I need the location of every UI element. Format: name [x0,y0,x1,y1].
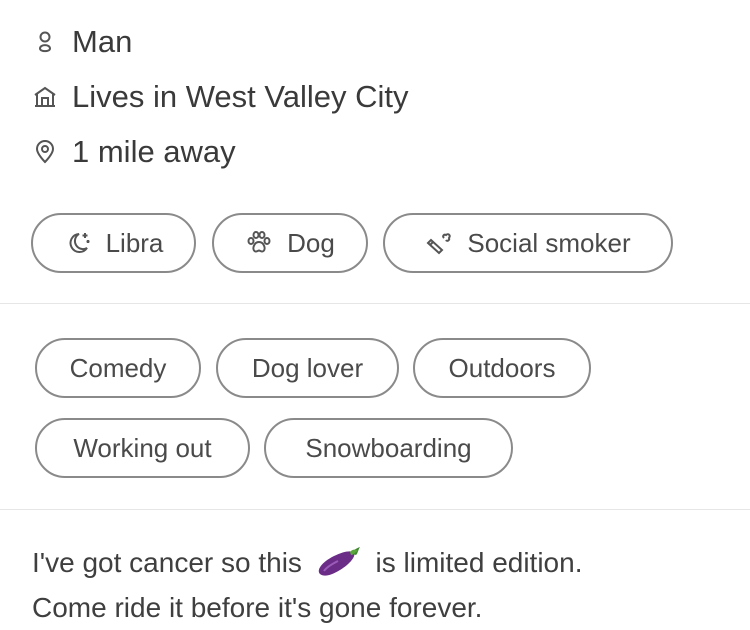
interest-chip-snowboarding: Snowboarding [264,418,513,478]
bio-text: I've got cancer so this is limited editi… [32,540,732,630]
chip-smoking-label: Social smoker [467,227,631,258]
paw-icon [245,229,273,257]
residence-text: Lives in West Valley City [72,79,409,114]
chip-zodiac: Libra [31,213,196,273]
person-icon [32,29,58,55]
residence-row: Lives in West Valley City [32,79,409,115]
distance-row: 1 mile away [32,134,236,170]
gender-text: Man [72,24,133,59]
location-pin-icon [32,139,58,165]
cigarette-icon [425,229,453,257]
section-divider [0,509,750,510]
interest-chip-label: Dog lover [251,352,364,383]
interest-chip-label: Working out [73,432,212,463]
interest-chip-label: Snowboarding [305,432,472,463]
interest-chip-label: Comedy [69,352,167,383]
chip-pet-label: Dog [287,227,335,258]
zodiac-moon-icon [64,229,92,257]
bio-part-2: is limited edition. [375,547,583,578]
bio-part-1: I've got cancer so this [32,547,302,578]
chip-smoking: Social smoker [383,213,673,273]
bio-line-2: Come ride it before it's gone forever. [32,592,483,623]
chip-zodiac-label: Libra [105,227,164,258]
gender-row: Man [32,24,132,60]
interest-chip-comedy: Comedy [35,338,201,398]
interest-chip-label: Outdoors [448,352,556,383]
interest-chip-working-out: Working out [35,418,250,478]
chip-pet: Dog [212,213,368,273]
interest-chip-dog-lover: Dog lover [216,338,399,398]
home-icon [32,84,58,110]
interest-chip-outdoors: Outdoors [413,338,591,398]
eggplant-emoji-icon [314,544,364,580]
section-divider [0,303,750,304]
distance-text: 1 mile away [72,134,236,169]
